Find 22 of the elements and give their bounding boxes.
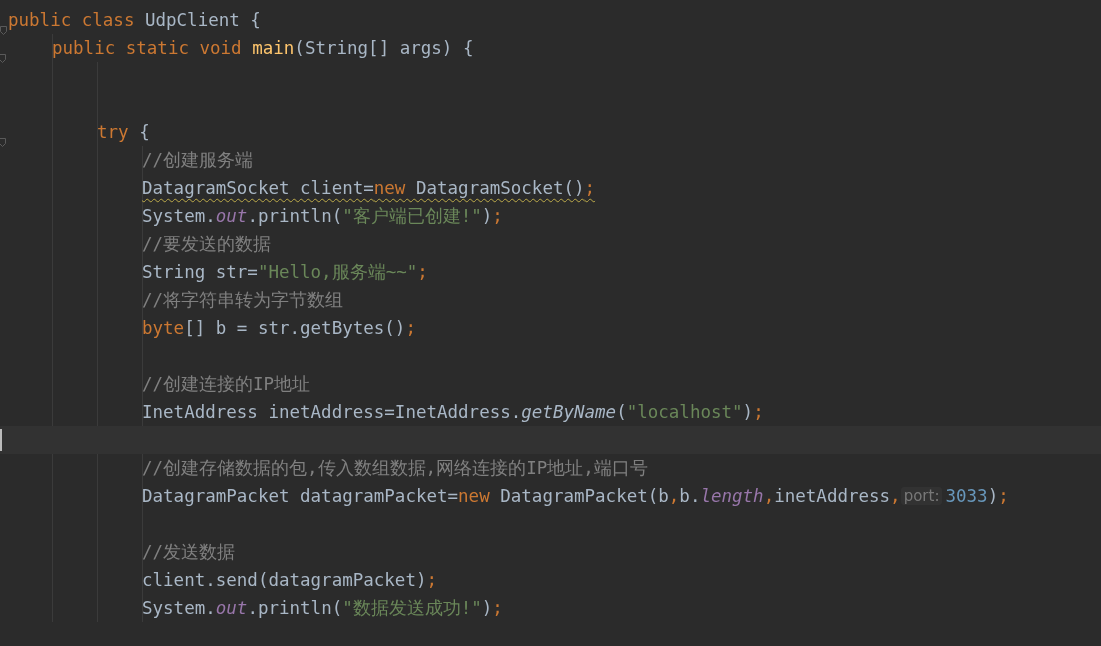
code-text: 3033); (945, 486, 1009, 506)
code-text: //发送数据 (142, 541, 236, 564)
fold-marker-icon[interactable] (0, 54, 6, 63)
code-text: DatagramPacket datagramPacket=new DatagramPacket(b,b.length,inetAddress, (142, 486, 901, 506)
code-text: String str="Hello,服务端~~"; (142, 261, 428, 284)
code-text: DatagramSocket client=new DatagramSocket(); (142, 178, 596, 198)
code-text: System.out.println("数据发送成功!"); (142, 597, 503, 620)
code-text: //要发送的数据 (142, 233, 272, 256)
fold-marker-icon[interactable] (0, 26, 7, 35)
code-text: public class UdpClient { (8, 10, 261, 30)
code-text: public static void main(String[] args) { (52, 38, 474, 58)
code-text: //创建连接的IP地址 (142, 373, 311, 396)
fold-marker-icon[interactable] (0, 138, 6, 147)
code-text: try { (97, 122, 150, 142)
code-text: System.out.println("客户端已创建!"); (142, 205, 503, 228)
code-text: client.send(datagramPacket); (142, 570, 438, 590)
parameter-hint: port: (900, 487, 943, 505)
code-text: //创建服务端 (142, 149, 254, 172)
code-text: InetAddress inetAddress=InetAddress.getByName("localhost"); (142, 402, 764, 422)
code-text: //创建存储数据的包,传入数组数据,网络连接的IP地址,端口号 (142, 457, 648, 480)
code-text: byte[] b = str.getBytes(); (142, 318, 416, 338)
code-text: //将字符串转为字节数组 (142, 289, 344, 312)
